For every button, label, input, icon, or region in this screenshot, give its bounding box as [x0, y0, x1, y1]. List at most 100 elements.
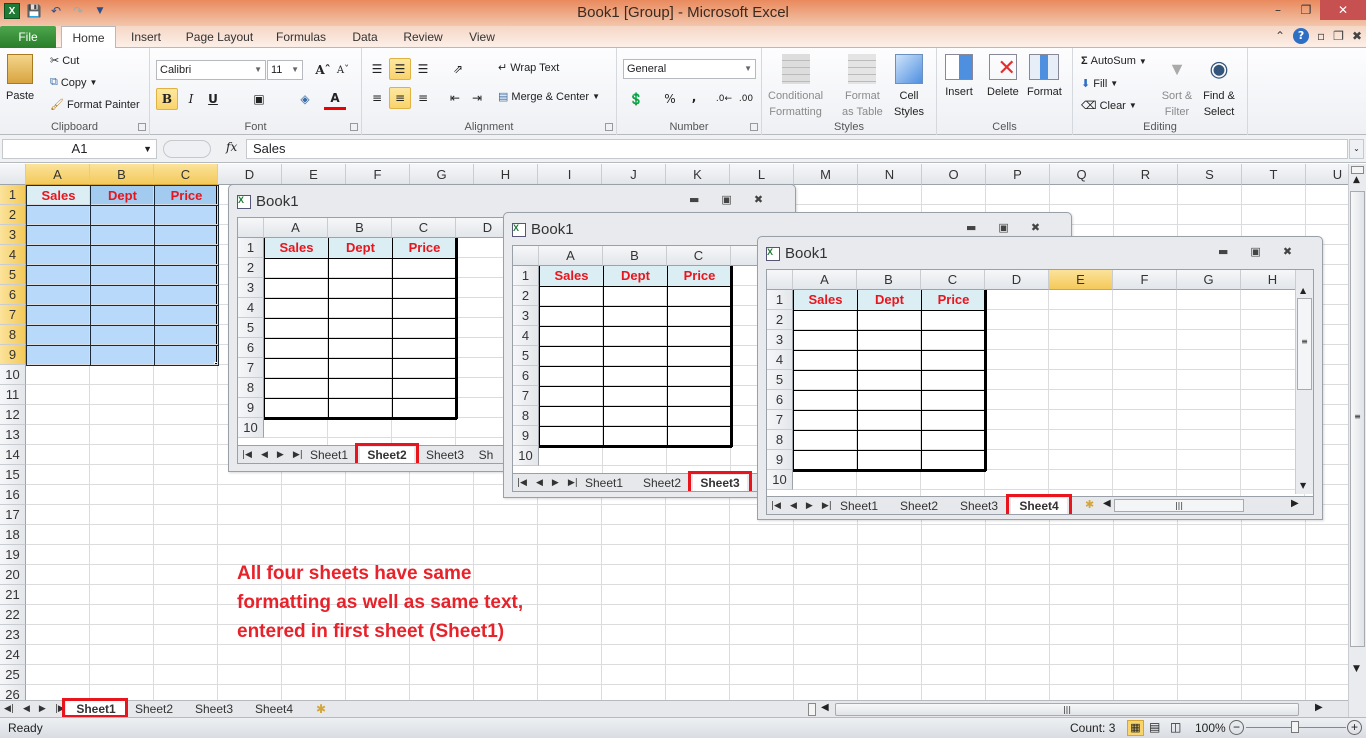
table-cell[interactable] [90, 245, 155, 266]
next-sheet-icon[interactable]: ▶ [39, 701, 46, 717]
insert-sheet-icon[interactable]: ✱ [1085, 498, 1094, 511]
table-cell[interactable] [90, 265, 155, 286]
first-sheet-icon[interactable]: |◀ [242, 447, 252, 463]
column-header-r[interactable]: R [1114, 164, 1178, 185]
row-header-1[interactable]: 1 [238, 238, 264, 258]
prev-sheet-icon[interactable]: ◀ [536, 475, 543, 491]
align-bottom-icon[interactable]: ☰ [412, 58, 434, 80]
minimize-icon[interactable]: ▬ [1218, 245, 1228, 258]
vertical-scrollbar[interactable]: ▲ ≡ ▼ [1348, 164, 1366, 717]
column-header-f[interactable]: F [1113, 270, 1177, 290]
table-cell[interactable] [667, 326, 732, 347]
split-handle[interactable] [1351, 166, 1364, 174]
row-header-5[interactable]: 5 [0, 265, 26, 285]
sheet-tab-sheet1[interactable]: Sheet1 [302, 447, 356, 463]
close-button[interactable]: ✕ [1320, 0, 1366, 20]
table-cell[interactable] [857, 310, 922, 331]
row-header-6[interactable]: 6 [767, 390, 793, 410]
header-cell-sales[interactable]: Sales [793, 290, 858, 311]
row-header-3[interactable]: 3 [238, 278, 264, 298]
orientation-icon[interactable]: ⇗ [447, 58, 469, 80]
font-launcher-icon[interactable] [350, 123, 358, 131]
table-cell[interactable] [26, 265, 91, 286]
row-header-6[interactable]: 6 [238, 338, 264, 358]
header-cell-dept[interactable]: Dept [857, 290, 922, 311]
fill-button[interactable]: ⬇ Fill ▼ [1081, 77, 1118, 91]
scroll-down-icon[interactable]: ▼ [1300, 481, 1306, 490]
table-cell[interactable] [264, 378, 329, 399]
table-cell[interactable] [539, 386, 604, 407]
sheet-tab-sheet3[interactable]: Sheet3 [188, 701, 240, 717]
header-cell-sales[interactable]: Sales [539, 266, 604, 287]
column-header-c[interactable]: C [921, 270, 985, 290]
name-box[interactable]: A1 ▼ [2, 139, 157, 159]
next-sheet-icon[interactable]: ▶ [277, 447, 284, 463]
table-cell[interactable] [90, 225, 155, 246]
table-cell[interactable] [857, 450, 922, 471]
table-cell[interactable] [857, 370, 922, 391]
row-header-8[interactable]: 8 [0, 325, 26, 345]
table-cell[interactable] [921, 410, 986, 431]
tab-view[interactable]: View [462, 26, 502, 48]
table-cell[interactable] [539, 326, 604, 347]
minimize-button[interactable]: – [1264, 0, 1292, 20]
align-center-icon[interactable]: ≡ [389, 87, 411, 109]
table-cell[interactable] [392, 338, 457, 359]
insert-function-icon[interactable]: fx [226, 140, 237, 154]
table-cell[interactable] [328, 318, 393, 339]
scroll-thumb[interactable]: ||| [835, 703, 1299, 716]
table-cell[interactable] [921, 390, 986, 411]
column-header-a[interactable]: A [539, 246, 603, 266]
column-header-b[interactable]: B [603, 246, 667, 266]
row-header-5[interactable]: 5 [513, 346, 539, 366]
table-cell[interactable] [667, 286, 732, 307]
column-header-s[interactable]: S [1178, 164, 1242, 185]
autosum-button[interactable]: Σ AutoSum ▼ [1081, 55, 1147, 67]
cut-button[interactable]: ✂ Cut [50, 54, 79, 68]
row-header-1[interactable]: 1 [0, 185, 26, 205]
sheet-tab-sheet2[interactable]: Sheet2 [635, 475, 689, 491]
column-header-l[interactable]: L [730, 164, 794, 185]
table-cell[interactable] [857, 330, 922, 351]
restore-button[interactable]: ❐ [1292, 0, 1320, 20]
table-cell[interactable] [667, 426, 732, 447]
clear-button[interactable]: ⌫ Clear ▼ [1081, 99, 1137, 113]
row-header-9[interactable]: 9 [0, 345, 26, 365]
align-right-icon[interactable]: ≡ [412, 87, 434, 109]
scroll-right-icon[interactable]: ▶ [1315, 702, 1323, 713]
table-cell[interactable] [603, 406, 668, 427]
row-header-6[interactable]: 6 [513, 366, 539, 386]
table-cell[interactable] [921, 430, 986, 451]
table-cell[interactable] [921, 310, 986, 331]
row-header-4[interactable]: 4 [767, 350, 793, 370]
row-header-8[interactable]: 8 [767, 430, 793, 450]
sheet-tab-sheet3[interactable]: Sheet3 [951, 498, 1007, 514]
table-cell[interactable] [857, 350, 922, 371]
tab-page-layout[interactable]: Page Layout [182, 26, 257, 48]
column-header-j[interactable]: J [602, 164, 666, 185]
table-cell[interactable] [392, 278, 457, 299]
table-cell[interactable] [328, 358, 393, 379]
table-cell[interactable] [539, 366, 604, 387]
column-header-e[interactable]: E [282, 164, 346, 185]
zoom-in-icon[interactable]: + [1347, 720, 1362, 735]
column-header-d[interactable]: D [218, 164, 282, 185]
align-top-icon[interactable]: ☰ [366, 58, 388, 80]
scroll-thumb[interactable]: ≡ [1350, 191, 1365, 647]
column-header-b[interactable]: B [328, 218, 392, 238]
font-name-select[interactable]: Calibri ▼ [156, 60, 266, 80]
row-header-3[interactable]: 3 [767, 330, 793, 350]
column-header-a[interactable]: A [264, 218, 328, 238]
shrink-font-icon[interactable]: Aˇ [332, 59, 354, 81]
page-break-view-icon[interactable]: ◫ [1170, 720, 1181, 734]
sheet-tab-sheet3[interactable]: Sheet3 [418, 447, 472, 463]
header-cell-dept[interactable]: Dept [328, 238, 393, 259]
row-header-15[interactable]: 15 [0, 465, 26, 485]
scroll-up-icon[interactable]: ▲ [1300, 286, 1306, 295]
prev-sheet-icon[interactable]: ◀ [261, 447, 268, 463]
workbook-minimize-icon[interactable]: ▫ [1317, 29, 1325, 43]
table-cell[interactable] [328, 298, 393, 319]
sheet-tab-sheet1[interactable]: Sheet1 [577, 475, 631, 491]
table-cell[interactable] [539, 426, 604, 447]
format-cells-button[interactable]: Format [1027, 54, 1062, 99]
